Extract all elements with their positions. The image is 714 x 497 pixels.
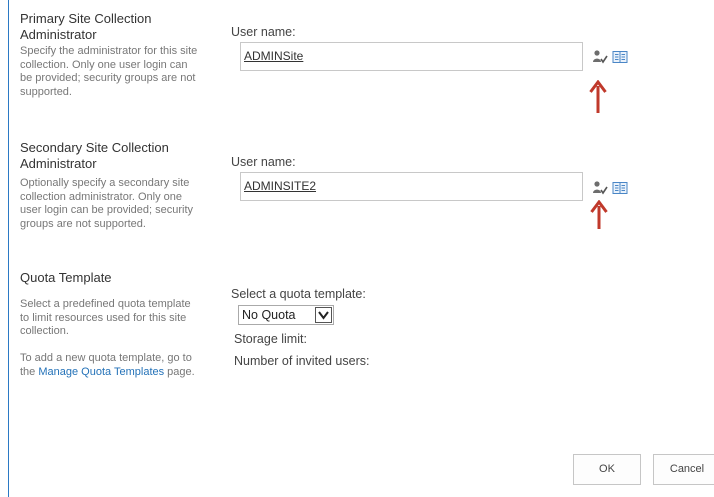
primary-user-value: ADMINSite (244, 49, 304, 63)
primary-user-input[interactable]: ADMINSite (240, 42, 583, 71)
primary-admin-description: Specify the administrator for this site … (20, 45, 198, 98)
secondary-admin-description: Optionally specify a secondary site coll… (20, 177, 194, 230)
cancel-button[interactable]: Cancel (653, 454, 714, 485)
ok-button[interactable]: OK (573, 454, 641, 485)
quota-selected-value: No Quota (242, 308, 296, 322)
check-names-icon[interactable] (592, 180, 608, 201)
secondary-user-label: User name: (231, 155, 296, 169)
browse-directory-icon[interactable] (612, 181, 628, 201)
check-names-icon[interactable] (592, 49, 608, 70)
annotation-arrow-up (590, 199, 608, 235)
secondary-user-input[interactable]: ADMINSITE2 (240, 172, 583, 201)
browse-directory-icon[interactable] (612, 50, 628, 70)
invited-users-label: Number of invited users: (234, 354, 370, 368)
secondary-user-value: ADMINSITE2 (244, 179, 317, 193)
quota-template-select[interactable]: No Quota (238, 305, 334, 325)
storage-limit-label: Storage limit: (234, 332, 307, 346)
quota-select-label: Select a quota template: (231, 287, 366, 301)
secondary-admin-title: Secondary Site Collection Administrator (20, 140, 169, 171)
quota-add-instructions: To add a new quota template, go to the M… (20, 352, 200, 379)
primary-user-label: User name: (231, 25, 296, 39)
quota-add-text-after: page. (164, 365, 195, 378)
quota-template-description: Select a predefined quota template to li… (20, 298, 191, 337)
annotation-arrow-up (589, 79, 607, 119)
primary-admin-title: Primary Site Collection Administrator (20, 11, 152, 42)
quota-template-title: Quota Template (20, 270, 112, 285)
chevron-down-icon[interactable] (315, 307, 332, 323)
manage-quota-templates-link[interactable]: Manage Quota Templates (38, 366, 164, 378)
